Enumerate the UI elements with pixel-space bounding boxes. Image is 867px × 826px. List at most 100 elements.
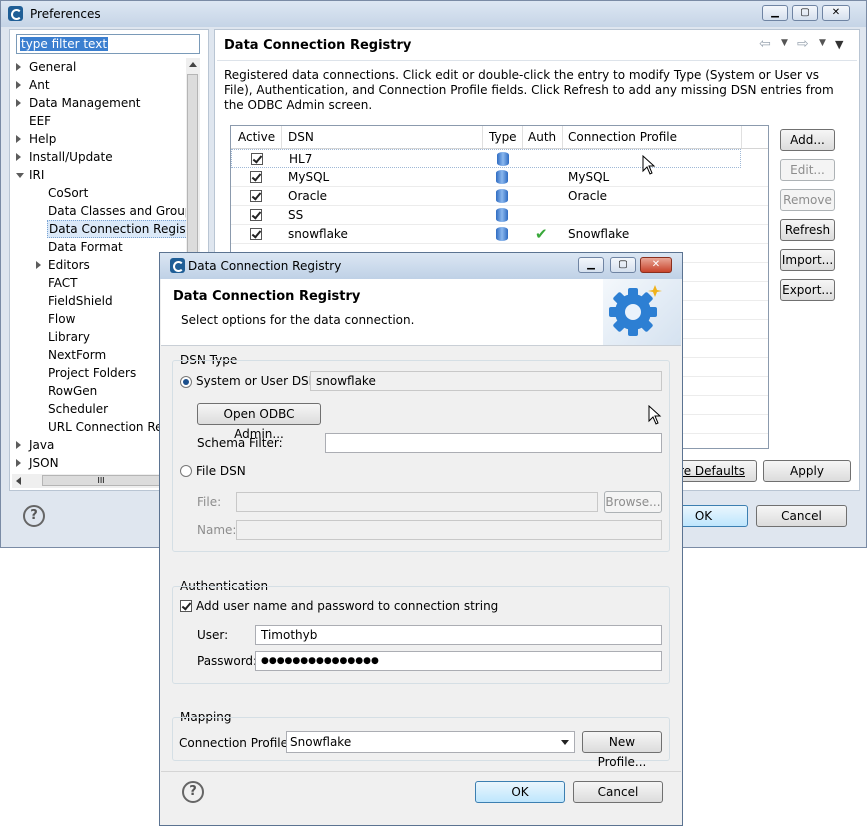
cancel-label: Cancel [781,509,822,523]
maximize-button[interactable]: ▢ [792,5,818,21]
tree-item[interactable]: Install/Update [10,148,186,166]
tree-item[interactable]: IRI [10,166,186,184]
dialog-close-button[interactable]: ✕ [640,257,672,273]
active-checkbox[interactable] [250,228,262,240]
new-profile-button[interactable]: New Profile... [582,731,662,769]
file-dsn-label[interactable]: File DSN [196,464,246,478]
tree-item-label: FACT [48,276,78,290]
nav-forward-menu-icon[interactable]: ▼ [819,38,826,48]
collapsed-arrow-icon[interactable] [16,135,21,143]
open-odbc-admin-button[interactable]: Open ODBC Admin... [197,403,321,441]
minimize-button[interactable]: ▁ [762,5,788,21]
collapsed-arrow-icon[interactable] [16,99,21,107]
system-dsn-radio[interactable] [180,376,192,388]
dialog-help-icon[interactable]: ? [182,781,204,803]
dialog-ok-button[interactable]: OK [475,781,565,803]
close-button[interactable]: ✕ [822,5,850,21]
scroll-up-arrow[interactable] [189,62,197,67]
h-scroll-thumb[interactable]: III [42,475,160,486]
tree-item-label: Data Format [48,240,123,254]
window-title: Preferences [30,7,101,21]
col-active[interactable]: Active [238,130,275,144]
dropdown-arrow-icon [561,740,569,745]
dsn-cell: MySQL [288,170,330,184]
dialog-cancel-button[interactable]: Cancel [573,781,663,803]
schema-filter-input[interactable] [325,433,662,453]
table-row[interactable]: SS [231,206,768,225]
active-checkbox[interactable] [250,190,262,202]
table-row[interactable]: snowflake ✔ Snowflake [231,225,768,244]
dialog-minimize-button[interactable]: ▁ [578,257,604,273]
dsn-cell: SS [288,208,304,222]
tree-item[interactable]: CoSort [10,184,186,202]
table-side-button[interactable]: Add... [780,129,835,151]
table-side-button-label: Export... [782,283,833,297]
table-side-button[interactable]: Export... [780,279,835,301]
nav-back-menu-icon[interactable]: ▼ [781,38,788,48]
col-auth[interactable]: Auth [528,130,556,144]
user-input[interactable]: Timothyb [255,625,662,645]
dsn-cell: HL7 [289,152,313,166]
table-side-button-label: Import... [781,253,834,267]
table-header: Active DSN Type Auth Connection Profile [231,126,768,149]
tree-item[interactable]: Data Classes and Groups [10,202,186,220]
col-sep [281,126,282,148]
help-icon[interactable]: ? [23,505,45,527]
system-dsn-label[interactable]: System or User DSN [196,374,318,388]
table-side-button: Edit... [780,159,835,181]
table-side-button-label: Remove [783,193,832,207]
connection-profile-select[interactable]: Snowflake [286,731,575,753]
dialog-heading: Data Connection Registry [173,289,361,304]
dialog-header: Data Connection Registry Select options … [161,279,681,346]
tree-item-label: Help [29,132,57,146]
tree-item[interactable]: General [10,58,186,76]
active-checkbox[interactable] [250,209,262,221]
table-side-button[interactable]: Refresh [780,219,835,241]
collapsed-arrow-icon[interactable] [16,63,21,71]
table-row[interactable]: Oracle Oracle [231,187,768,206]
collapsed-arrow-icon[interactable] [16,153,21,161]
col-connection-profile[interactable]: Connection Profile [568,130,677,144]
apply-label: Apply [790,464,824,478]
name-input [236,520,662,540]
tree-item[interactable]: Ant [10,76,186,94]
tree-item[interactable]: Help [10,130,186,148]
connection-profile-label: Connection Profile: [179,736,293,750]
password-input[interactable]: ●●●●●●●●●●●●●●● [255,651,662,671]
collapsed-arrow-icon[interactable] [16,441,21,449]
tree-item[interactable]: EEF [10,112,186,130]
scroll-left-arrow[interactable] [16,477,21,485]
tree-item[interactable]: Data Management [10,94,186,112]
dsn-cell: snowflake [288,227,348,241]
collapsed-arrow-icon[interactable] [36,261,41,269]
active-checkbox[interactable] [251,153,263,165]
preferences-cancel-button[interactable]: Cancel [756,505,847,527]
browse-button: Browse... [604,491,662,513]
tree-item-label: JSON [29,456,59,470]
dialog-maximize-button[interactable]: ▢ [610,257,636,273]
apply-button[interactable]: Apply [763,460,851,482]
nav-back-icon[interactable]: ⇦ [759,36,771,52]
tree-item-label: Install/Update [29,150,113,164]
active-checkbox[interactable] [250,171,262,183]
table-side-button-label: Refresh [784,223,831,237]
preferences-titlebar[interactable]: Preferences ▁ ▢ ✕ [1,1,866,27]
filter-input[interactable]: type filter text [16,34,200,54]
file-dsn-radio[interactable] [180,465,192,477]
col-type[interactable]: Type [489,130,517,144]
table-row[interactable]: MySQL MySQL [231,168,768,187]
auth-checkbox-label[interactable]: Add user name and password to connection… [196,599,498,613]
table-side-button[interactable]: Import... [780,249,835,271]
collapsed-arrow-icon[interactable] [16,81,21,89]
auth-checkbox[interactable] [180,600,192,612]
mouse-cursor-icon [648,404,662,428]
expanded-arrow-icon[interactable] [16,173,24,178]
nav-forward-icon[interactable]: ⇨ [797,36,809,52]
dialog-titlebar[interactable]: Data Connection Registry ▁ ▢ ✕ [160,253,682,279]
tree-item-label: IRI [29,168,45,182]
tree-item[interactable]: Data Connection Registry [10,220,186,238]
view-menu-icon[interactable]: ▼ [835,38,843,51]
table-row[interactable]: HL7 [231,149,741,168]
collapsed-arrow-icon[interactable] [16,459,21,467]
col-dsn[interactable]: DSN [288,130,314,144]
